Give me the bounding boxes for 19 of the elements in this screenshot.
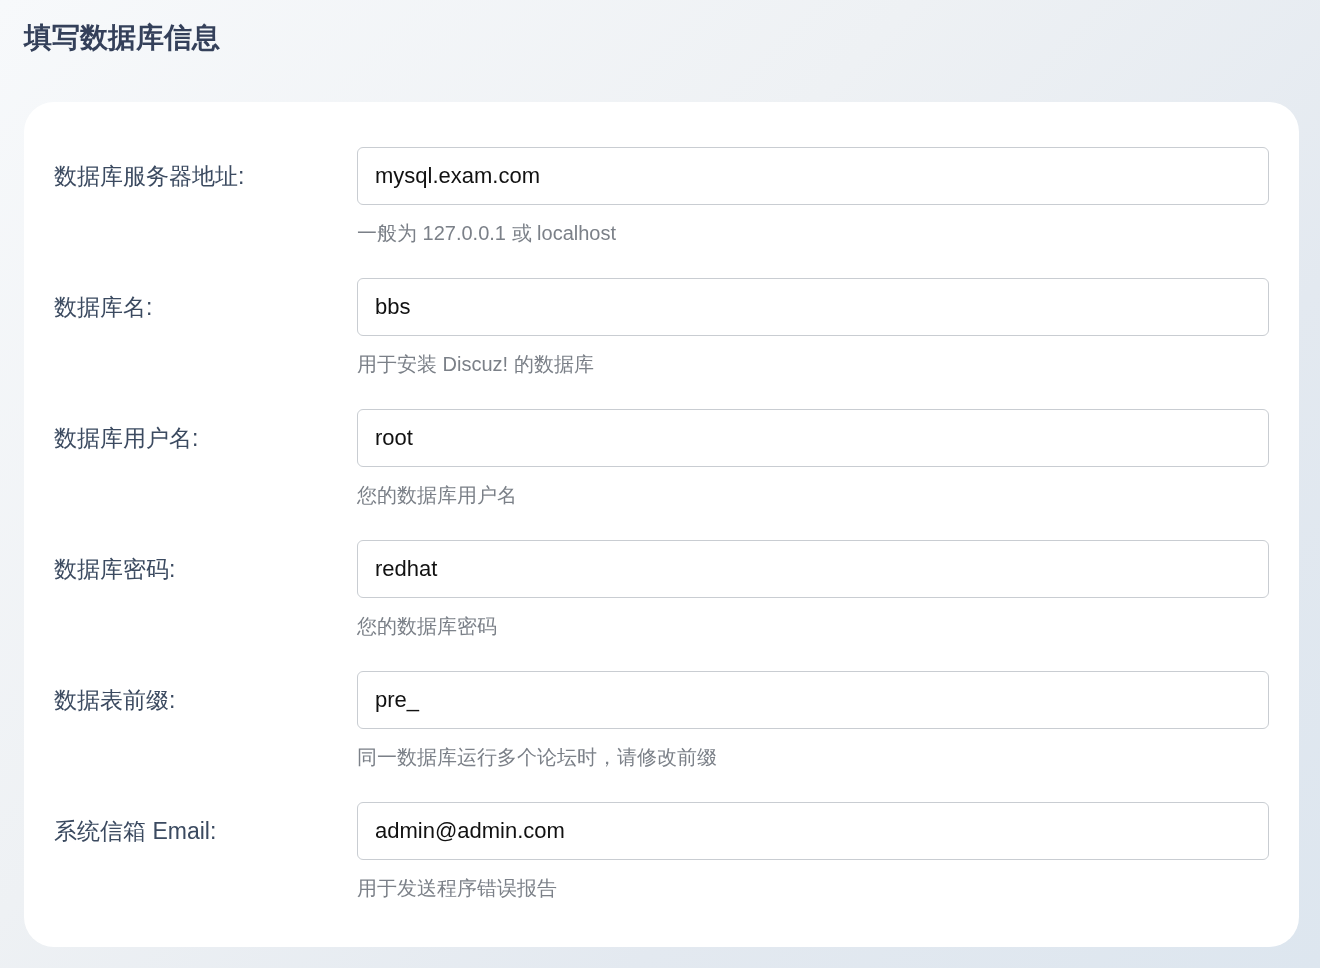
input-field[interactable]: bbs: [357, 278, 1269, 336]
input-field[interactable]: redhat: [357, 540, 1269, 598]
field-hint: 用于发送程序错误报告: [357, 876, 558, 901]
input-field[interactable]: mysql.exam.com: [357, 147, 1269, 205]
page-title: 填写数据库信息: [24, 21, 221, 55]
field-hint: 一般为 127.0.0.1 或 localhost: [357, 221, 617, 246]
field-hint: 同一数据库运行多个论坛时，请修改前缀: [357, 745, 718, 770]
field-label: 数据表前缀:: [54, 686, 177, 715]
field-hint: 您的数据库用户名: [357, 483, 518, 508]
input-field[interactable]: root: [357, 409, 1269, 467]
input-field[interactable]: admin@admin.com: [357, 802, 1269, 860]
field-label: 数据库密码:: [54, 555, 177, 584]
field-hint: 用于安装 Discuz! 的数据库: [357, 352, 595, 377]
input-field[interactable]: pre_: [357, 671, 1269, 729]
field-hint: 您的数据库密码: [357, 614, 498, 639]
field-label: 数据库用户名:: [54, 424, 200, 453]
field-label: 数据库服务器地址:: [54, 162, 246, 191]
field-label: 系统信箱 Email:: [54, 817, 218, 846]
field-label: 数据库名:: [54, 293, 154, 322]
